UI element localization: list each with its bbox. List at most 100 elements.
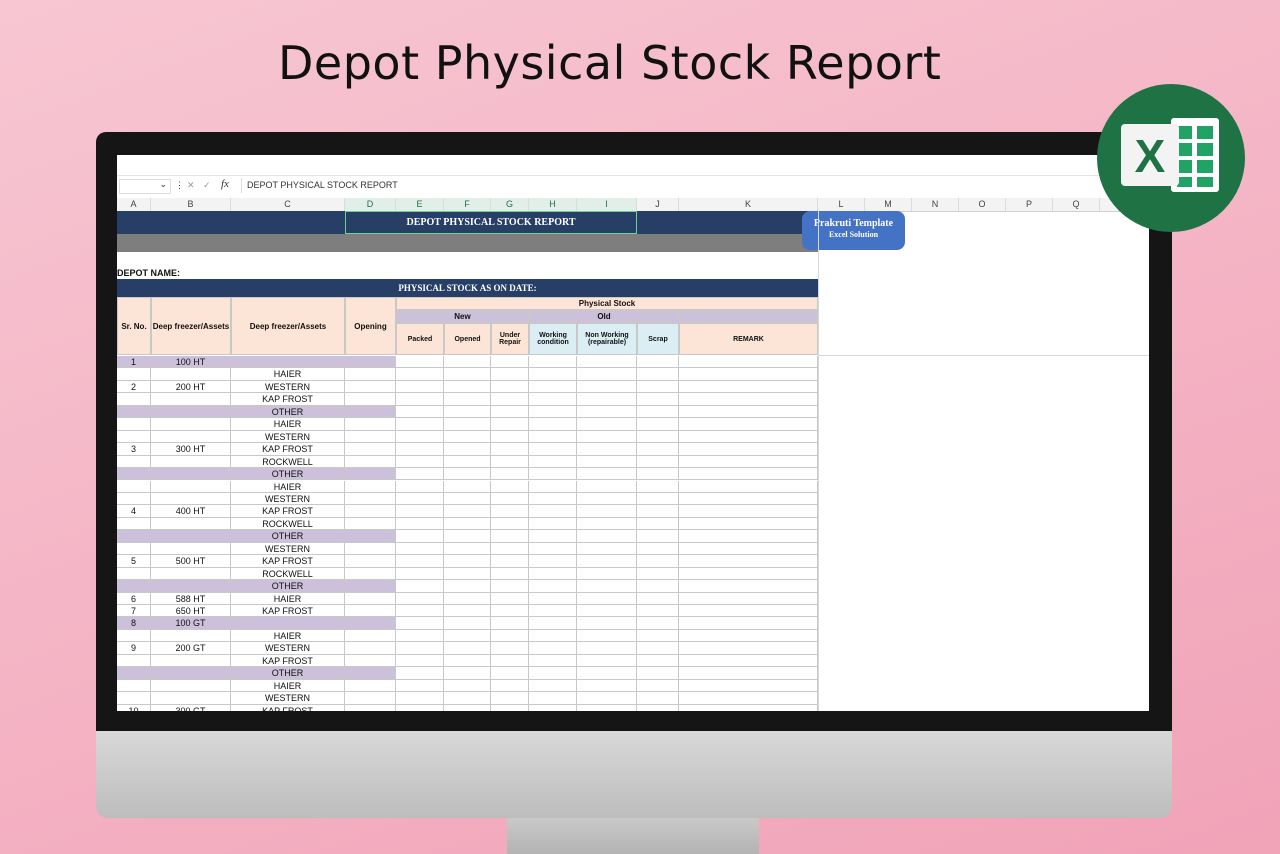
cell-stock[interactable] (444, 704, 491, 711)
cell-stock[interactable] (637, 580, 679, 593)
column-header-K[interactable]: K (679, 198, 818, 211)
cell-stock[interactable] (529, 667, 577, 680)
cell-opening[interactable] (345, 405, 396, 419)
cell-stock[interactable] (577, 704, 637, 711)
cell-opening[interactable] (345, 393, 396, 406)
cell-brand[interactable]: HAIER (231, 480, 345, 493)
cell-stock[interactable] (491, 356, 529, 369)
cell-stock[interactable] (679, 530, 818, 543)
cell-opening[interactable] (345, 505, 396, 518)
cell-stock[interactable] (529, 654, 577, 668)
cell-stock[interactable] (529, 580, 577, 593)
cell-stock[interactable] (577, 642, 637, 655)
cell-asset-size[interactable] (151, 368, 231, 381)
cell-brand[interactable]: HAIER (231, 592, 345, 605)
cell-stock[interactable] (637, 654, 679, 668)
cell-stock[interactable] (679, 580, 818, 593)
cell-stock[interactable] (529, 505, 577, 518)
cell-stock[interactable] (529, 430, 577, 444)
cell-stock[interactable] (444, 418, 491, 431)
cell-stock[interactable] (396, 542, 444, 556)
cell-stock[interactable] (577, 555, 637, 568)
cell-stock[interactable] (491, 605, 529, 618)
cell-stock[interactable] (396, 555, 444, 568)
cell-sr-no[interactable]: 1 (117, 356, 151, 369)
cell-stock[interactable] (679, 617, 818, 630)
cell-asset-size[interactable] (151, 629, 231, 643)
cell-sr-no[interactable] (117, 418, 151, 431)
cell-stock[interactable] (396, 605, 444, 618)
cell-stock[interactable] (491, 679, 529, 693)
cell-opening[interactable] (345, 692, 396, 705)
cell-stock[interactable] (529, 605, 577, 618)
more-options-icon[interactable]: ⋮ (175, 180, 184, 191)
cell-stock[interactable] (637, 418, 679, 431)
cell-stock[interactable] (679, 517, 818, 531)
cell-stock[interactable] (577, 505, 637, 518)
cell-brand[interactable]: WESTERN (231, 430, 345, 444)
cell-sr-no[interactable]: 6 (117, 592, 151, 605)
cell-brand[interactable]: WESTERN (231, 380, 345, 394)
cell-sr-no[interactable]: 4 (117, 505, 151, 518)
cell-stock[interactable] (679, 455, 818, 469)
cell-sr-no[interactable] (117, 430, 151, 444)
cell-asset-size[interactable] (151, 430, 231, 444)
cell-stock[interactable] (396, 704, 444, 711)
cell-stock[interactable] (444, 380, 491, 394)
cell-asset-size[interactable]: 300 HT (151, 443, 231, 456)
cell-sr-no[interactable]: 3 (117, 443, 151, 456)
cell-stock[interactable] (491, 542, 529, 556)
cell-stock[interactable] (577, 492, 637, 506)
cell-stock[interactable] (637, 368, 679, 381)
cell-stock[interactable] (679, 405, 818, 419)
cell-stock[interactable] (396, 692, 444, 705)
cell-stock[interactable] (491, 455, 529, 469)
cell-stock[interactable] (637, 468, 679, 481)
cell-stock[interactable] (679, 605, 818, 618)
cell-stock[interactable] (491, 480, 529, 493)
cell-brand[interactable]: ROCKWELL (231, 517, 345, 531)
cell-stock[interactable] (491, 617, 529, 630)
cell-stock[interactable] (396, 592, 444, 605)
cell-brand[interactable]: WESTERN (231, 542, 345, 556)
cell-brand[interactable]: KAP FROST (231, 654, 345, 668)
cell-stock[interactable] (444, 580, 491, 593)
report-title-cell[interactable]: DEPOT PHYSICAL STOCK REPORT (345, 211, 637, 234)
cell-stock[interactable] (679, 692, 818, 705)
cell-stock[interactable] (679, 368, 818, 381)
cell-asset-size[interactable] (151, 530, 231, 543)
cell-stock[interactable] (637, 704, 679, 711)
cell-brand[interactable]: KAP FROST (231, 393, 345, 406)
column-header-L[interactable]: L (818, 198, 865, 211)
cell-stock[interactable] (637, 642, 679, 655)
cell-opening[interactable] (345, 592, 396, 605)
cell-stock[interactable] (577, 443, 637, 456)
cell-sr-no[interactable] (117, 629, 151, 643)
cell-stock[interactable] (637, 542, 679, 556)
cell-asset-size[interactable] (151, 393, 231, 406)
cell-sr-no[interactable] (117, 530, 151, 543)
cell-stock[interactable] (577, 654, 637, 668)
cell-stock[interactable] (396, 418, 444, 431)
cell-stock[interactable] (529, 567, 577, 581)
cell-stock[interactable] (577, 356, 637, 369)
cell-stock[interactable] (577, 368, 637, 381)
cell-stock[interactable] (637, 667, 679, 680)
cell-stock[interactable] (577, 380, 637, 394)
cell-stock[interactable] (679, 505, 818, 518)
cell-asset-size[interactable] (151, 405, 231, 419)
cell-stock[interactable] (637, 629, 679, 643)
cell-asset-size[interactable] (151, 542, 231, 556)
cell-stock[interactable] (679, 480, 818, 493)
cell-stock[interactable] (529, 468, 577, 481)
cell-asset-size[interactable] (151, 517, 231, 531)
cell-stock[interactable] (637, 430, 679, 444)
cell-stock[interactable] (577, 480, 637, 493)
cell-brand[interactable]: KAP FROST (231, 555, 345, 568)
name-box[interactable]: ⌄ (119, 179, 171, 194)
cell-stock[interactable] (396, 505, 444, 518)
cell-opening[interactable] (345, 492, 396, 506)
cell-stock[interactable] (637, 443, 679, 456)
cell-stock[interactable] (491, 592, 529, 605)
cell-sr-no[interactable]: 9 (117, 642, 151, 655)
